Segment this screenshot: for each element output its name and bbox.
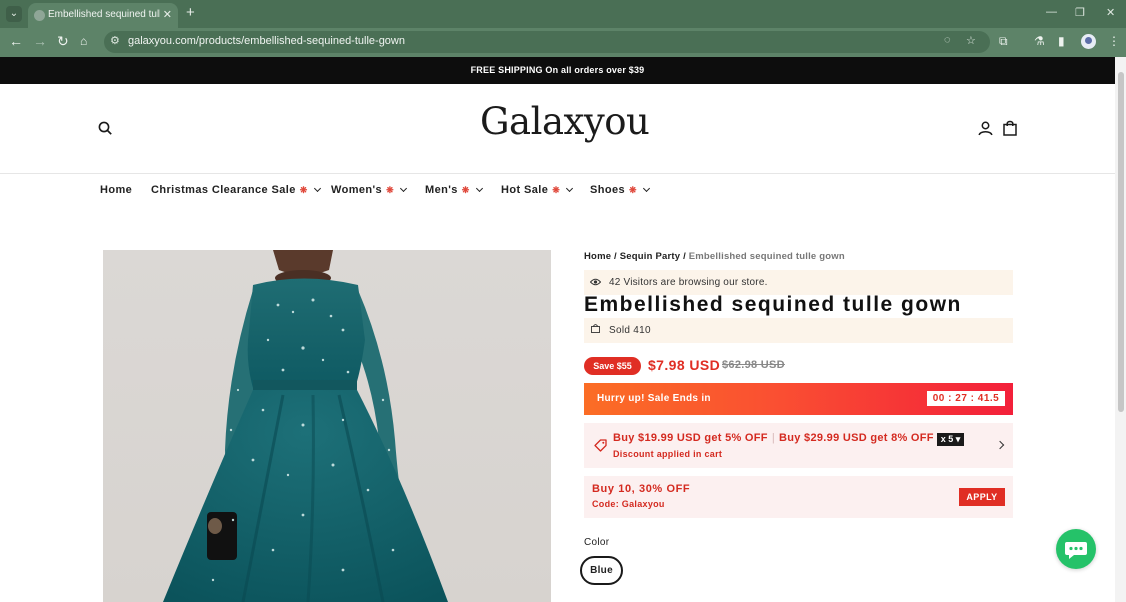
sale-price: $7.98 USD bbox=[648, 357, 721, 373]
gown-photo-illustration bbox=[163, 250, 448, 602]
shopping-bag-icon bbox=[591, 324, 600, 333]
back-arrow-icon[interactable]: ← bbox=[9, 33, 23, 49]
countdown-timer: 00 : 27 : 41.5 bbox=[927, 391, 1005, 406]
volume-discount-offer[interactable]: Buy $19.99 USD get 5% OFF | Buy $29.99 USD… bbox=[584, 423, 1013, 468]
eye-icon bbox=[590, 278, 601, 286]
restore-button[interactable]: ❐ bbox=[1075, 6, 1085, 19]
lab-flask-icon[interactable]: ⚗ bbox=[1034, 34, 1045, 48]
chat-button[interactable] bbox=[1056, 529, 1096, 569]
nav-item-label: Home bbox=[100, 184, 133, 196]
reload-icon[interactable]: ↻ bbox=[57, 33, 69, 50]
tab-favicon-icon bbox=[34, 10, 45, 21]
nav-item-home[interactable]: Home bbox=[100, 184, 132, 196]
discount-subtext: Discount applied in cart bbox=[613, 449, 723, 459]
hot-flame-icon: ❋ bbox=[629, 185, 637, 195]
nav-item-hot-sale[interactable]: Hot Sale ❋ bbox=[501, 184, 574, 196]
cart-bag-icon[interactable] bbox=[1003, 120, 1017, 136]
chevron-down-icon bbox=[642, 184, 651, 193]
price-tag-icon bbox=[594, 439, 607, 452]
nav-item-shoes[interactable]: Shoes ❋ bbox=[590, 184, 651, 196]
product-title: Embellished sequined tulle gown bbox=[584, 293, 962, 316]
discount-separator: | bbox=[771, 432, 775, 444]
hot-flame-icon: ❋ bbox=[461, 185, 470, 195]
eye-off-icon[interactable]: ◌ bbox=[944, 34, 951, 46]
discount-tier-1: Buy $19.99 USD get 5% OFF bbox=[613, 432, 768, 444]
tab-search-button[interactable]: ⌄ bbox=[6, 6, 22, 22]
hot-flame-icon: ❋ bbox=[299, 185, 308, 195]
browser-menu-icon[interactable]: ⋮ bbox=[1108, 34, 1120, 48]
forward-arrow-icon[interactable]: → bbox=[33, 33, 47, 49]
discount-tier-2: Buy $29.99 USD get 8% OFF bbox=[779, 432, 934, 444]
breadcrumb-home-link[interactable]: Home bbox=[584, 251, 611, 262]
breadcrumb-collection-link[interactable]: Sequin Party bbox=[620, 251, 680, 262]
scrollbar-thumb[interactable] bbox=[1118, 72, 1124, 412]
profile-avatar-icon[interactable] bbox=[1081, 34, 1096, 49]
nav-item-label: Christmas Clearance Sale bbox=[151, 184, 296, 196]
site-info-icon[interactable]: ⚙ bbox=[110, 34, 120, 47]
nav-item-label: Shoes bbox=[590, 184, 626, 196]
chevron-down-icon bbox=[399, 184, 408, 193]
browser-toolbar: ← → ↻ ⌂ ⚙ galaxyou.com/products/embellis… bbox=[0, 28, 1126, 57]
chevron-down-icon bbox=[475, 184, 483, 193]
breadcrumb: Home / Sequin Party / Embellished sequin… bbox=[584, 251, 845, 262]
save-badge: Save $55 bbox=[584, 357, 641, 375]
chevron-down-icon bbox=[313, 184, 321, 193]
product-image[interactable] bbox=[103, 250, 551, 602]
home-icon[interactable]: ⌂ bbox=[80, 34, 87, 48]
window-close-button[interactable]: ✕ bbox=[1106, 6, 1115, 19]
breadcrumb-separator: / bbox=[614, 251, 617, 262]
visitors-notice: 42 Visitors are browsing our store. bbox=[584, 270, 1013, 295]
site-logo[interactable]: Galaxyou bbox=[480, 100, 650, 143]
breadcrumb-separator: / bbox=[683, 251, 686, 262]
site-header: Galaxyou bbox=[0, 84, 1115, 174]
main-navigation: Home Christmas Clearance Sale ❋ Women's ❋ … bbox=[0, 175, 1115, 209]
apply-coupon-button[interactable]: APPLY bbox=[959, 488, 1005, 506]
chevron-down-icon bbox=[566, 184, 574, 193]
tab-close-icon[interactable]: ✕ bbox=[163, 8, 172, 21]
coupon-offer: Buy 10, 30% OFF Code: Galaxyou APPLY bbox=[584, 476, 1013, 518]
side-panel-icon[interactable]: ▮ bbox=[1058, 34, 1065, 48]
sale-countdown-bar: Hurry up! Sale Ends in 00 : 27 : 41.5 bbox=[584, 383, 1013, 415]
nav-item-womens[interactable]: Women's ❋ bbox=[331, 184, 408, 196]
nav-item-label: Men's bbox=[425, 184, 458, 196]
browser-tab-active[interactable]: Embellished sequined tulle gown ✕ bbox=[28, 3, 178, 28]
sold-count-text: Sold 410 bbox=[609, 325, 651, 336]
search-icon[interactable] bbox=[98, 121, 112, 135]
address-bar[interactable]: ⚙ galaxyou.com/products/embellished-sequ… bbox=[104, 31, 990, 53]
hot-flame-icon: ❋ bbox=[552, 185, 561, 195]
browser-tab-strip: ⌄ Embellished sequined tulle gown ✕ + — … bbox=[0, 0, 1126, 28]
nav-item-label: Hot Sale bbox=[501, 184, 549, 196]
sold-count-notice: Sold 410 bbox=[584, 318, 1013, 343]
discount-tiers: Buy $19.99 USD get 5% OFF | Buy $29.99 USD… bbox=[613, 432, 945, 444]
chat-bubble-icon bbox=[1065, 542, 1087, 559]
minimize-button[interactable]: — bbox=[1046, 6, 1057, 18]
chevron-right-icon[interactable] bbox=[995, 440, 1005, 450]
extensions-icon[interactable]: ⧉ bbox=[999, 34, 1008, 49]
visitors-text: 42 Visitors are browsing our store. bbox=[609, 277, 768, 288]
discount-quantity-badge[interactable]: x 5 ▾ bbox=[937, 433, 964, 446]
announcement-bar: FREE SHIPPING On all orders over $39 bbox=[0, 57, 1115, 84]
breadcrumb-current: Embellished sequined tulle gown bbox=[688, 251, 845, 262]
url-text[interactable]: galaxyou.com/products/embellished-sequin… bbox=[128, 35, 405, 47]
new-tab-button[interactable]: + bbox=[186, 4, 195, 21]
coupon-code: Code: Galaxyou bbox=[592, 499, 665, 509]
hot-flame-icon: ❋ bbox=[386, 185, 395, 195]
color-swatch-blue[interactable]: Blue bbox=[580, 556, 623, 585]
countdown-label: Hurry up! Sale Ends in bbox=[597, 393, 711, 404]
nav-item-christmas-clearance-sale[interactable]: Christmas Clearance Sale ❋ bbox=[151, 184, 321, 196]
tab-title: Embellished sequined tulle gown bbox=[48, 9, 160, 20]
color-option-label: Color bbox=[584, 537, 610, 548]
nav-item-label: Women's bbox=[331, 184, 383, 196]
coupon-title: Buy 10, 30% OFF bbox=[592, 483, 691, 495]
compare-at-price: $62.98 USD bbox=[722, 359, 785, 371]
nav-item-mens[interactable]: Men's ❋ bbox=[425, 184, 483, 196]
bookmark-star-icon[interactable]: ☆ bbox=[966, 34, 976, 47]
account-icon[interactable] bbox=[978, 121, 993, 136]
